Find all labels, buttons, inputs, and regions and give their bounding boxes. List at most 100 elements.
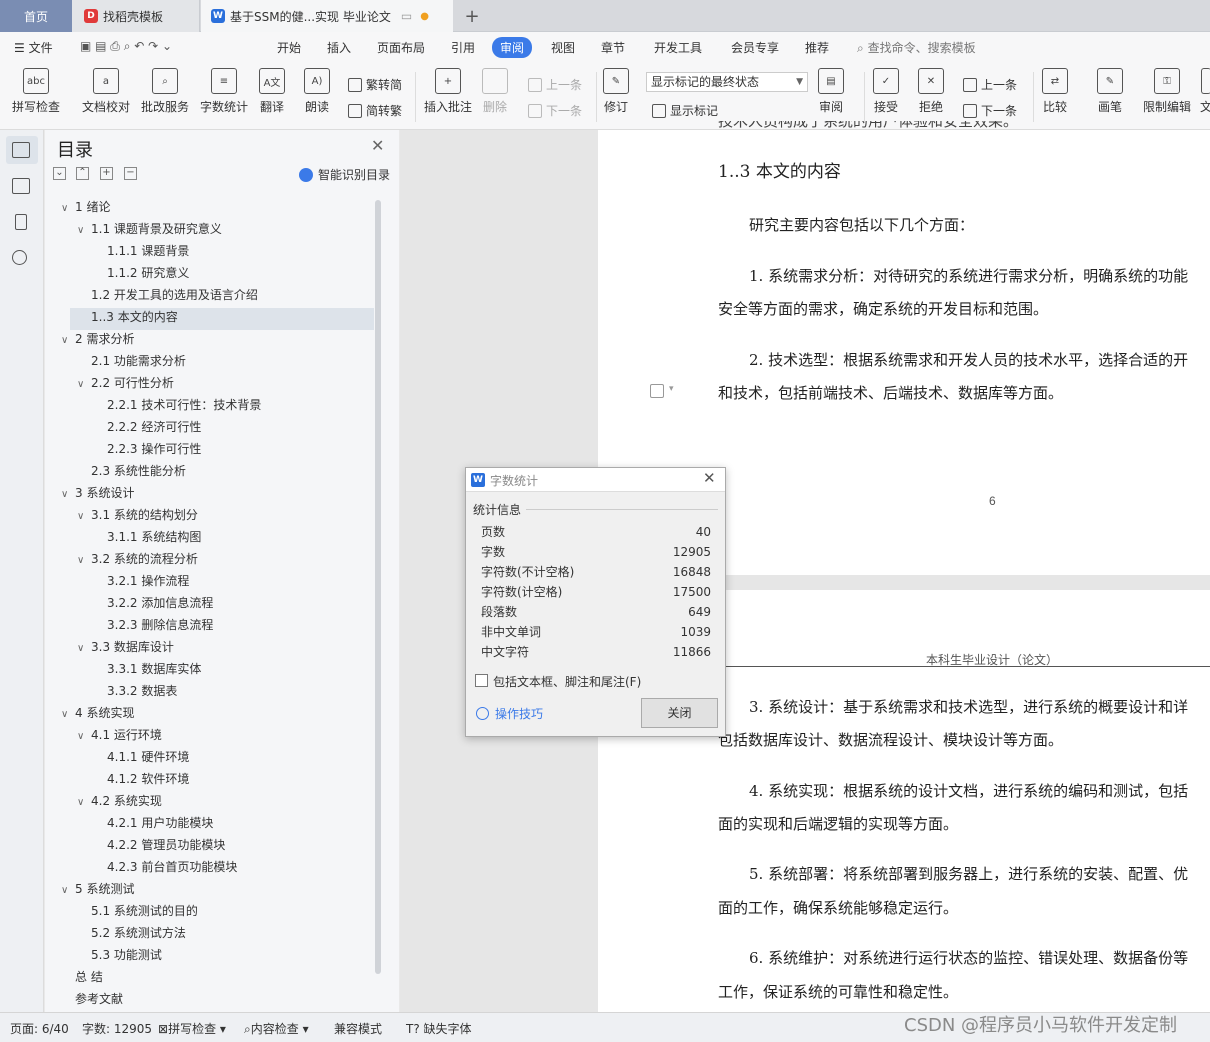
toc-item[interactable]: 4.2.3 前台首页功能模块 bbox=[93, 856, 237, 878]
close-button[interactable]: 关闭 bbox=[641, 698, 718, 728]
word-count-indicator[interactable]: 字数: 12905 bbox=[82, 1020, 152, 1037]
new-tab-button[interactable]: + bbox=[460, 0, 484, 32]
translate-button[interactable]: A文 翻译 bbox=[259, 68, 285, 115]
word-count-button[interactable]: ≡ 字数统计 bbox=[200, 68, 248, 115]
chevron-down-icon[interactable]: ∨ bbox=[61, 330, 75, 352]
chevron-down-icon[interactable]: ∨ bbox=[61, 484, 75, 506]
chevron-down-icon[interactable]: ∨ bbox=[61, 198, 75, 220]
menu-page-layout[interactable]: 页面布局 bbox=[377, 39, 425, 56]
insert-comment-button[interactable]: + 插入批注 bbox=[424, 68, 472, 115]
toc-item[interactable]: 4.2.2 管理员功能模块 bbox=[93, 834, 225, 856]
menu-member[interactable]: 会员专享 bbox=[731, 39, 779, 56]
spellcheck-status[interactable]: ⊠拼写检查 ▾ bbox=[158, 1020, 226, 1037]
toc-item[interactable]: ∨ 1.1 课题背景及研究意义 bbox=[77, 218, 222, 240]
chevron-down-icon[interactable]: ∨ bbox=[77, 374, 91, 396]
tips-link[interactable]: 操作技巧 bbox=[476, 705, 543, 722]
menu-review[interactable]: 审阅 bbox=[492, 37, 533, 58]
chevron-down-icon[interactable]: ∨ bbox=[61, 880, 75, 902]
toc-scrollbar[interactable] bbox=[375, 200, 381, 974]
toc-item[interactable]: 4.1.2 软件环境 bbox=[93, 768, 189, 790]
chevron-down-icon[interactable]: ∨ bbox=[61, 704, 75, 726]
review-pane-button[interactable]: ▤ 审阅 bbox=[818, 68, 844, 115]
toc-item[interactable]: ∨ 4.2 系统实现 bbox=[77, 790, 162, 812]
toc-item[interactable]: 4.2.1 用户功能模块 bbox=[93, 812, 213, 834]
add-heading-icon[interactable]: + bbox=[100, 167, 113, 180]
compare-button[interactable]: ⇄ 比较 bbox=[1042, 68, 1068, 115]
toc-item[interactable]: 1.1.2 研究意义 bbox=[93, 262, 189, 284]
menu-recommend[interactable]: 推荐 bbox=[805, 39, 829, 56]
file-menu[interactable]: ☰ 文件 bbox=[14, 39, 53, 56]
restrict-edit-button[interactable]: ⚿ 限制编辑 bbox=[1143, 68, 1191, 115]
close-icon[interactable]: ✕ bbox=[371, 136, 384, 155]
reject-button[interactable]: ✕ 拒绝 bbox=[918, 68, 944, 115]
read-aloud-button[interactable]: A) 朗读 bbox=[304, 68, 330, 115]
toc-item[interactable]: 3.2.1 操作流程 bbox=[93, 570, 189, 592]
close-icon[interactable]: ✕ bbox=[703, 469, 716, 487]
track-changes-button[interactable]: ✎ 修订 bbox=[603, 68, 629, 115]
tab-template[interactable]: D 找稻壳模板 bbox=[72, 0, 200, 32]
toc-item[interactable]: 2.1 功能需求分析 bbox=[77, 350, 186, 372]
toc-item[interactable]: 3.3.2 数据表 bbox=[93, 680, 177, 702]
comment-marker-icon[interactable] bbox=[650, 384, 664, 398]
toc-item[interactable]: 3.3.1 数据库实体 bbox=[93, 658, 201, 680]
toc-item[interactable]: ∨ 3.1 系统的结构划分 bbox=[77, 504, 198, 526]
toc-item[interactable]: 1..3 本文的内容 bbox=[77, 306, 178, 328]
toc-item[interactable]: 1.2 开发工具的选用及语言介绍 bbox=[77, 284, 258, 306]
chevron-down-icon[interactable]: ∨ bbox=[77, 726, 91, 748]
toc-item[interactable]: 3.1.1 系统结构图 bbox=[93, 526, 201, 548]
toc-item[interactable]: ∨ 3.2 系统的流程分析 bbox=[77, 548, 198, 570]
menu-dev-tools[interactable]: 开发工具 bbox=[654, 39, 702, 56]
toc-item[interactable]: 5.3 功能测试 bbox=[77, 944, 162, 966]
pen-button[interactable]: ✎ 画笔 bbox=[1097, 68, 1123, 115]
delete-comment-button[interactable]: 删除 bbox=[482, 68, 508, 115]
remove-heading-icon[interactable]: − bbox=[124, 167, 137, 180]
trad-to-simp-button[interactable]: 繁转简 bbox=[348, 76, 402, 93]
dialog-titlebar[interactable]: W 字数统计 ✕ bbox=[466, 468, 725, 492]
menu-chapter[interactable]: 章节 bbox=[601, 39, 625, 56]
accept-button[interactable]: ✓ 接受 bbox=[873, 68, 899, 115]
toc-item[interactable]: ∨ 3.3 数据库设计 bbox=[77, 636, 174, 658]
toc-item[interactable]: ∨ 3 系统设计 bbox=[61, 482, 134, 504]
chevron-down-icon[interactable]: ∨ bbox=[77, 638, 91, 660]
quick-access-icons[interactable]: ▣ ▤ ⎙ ⌕ ↶ ↷ ⌄ bbox=[80, 39, 172, 54]
spellcheck-button[interactable]: abc 拼写检查 bbox=[12, 68, 60, 115]
simp-to-trad-button[interactable]: 简转繁 bbox=[348, 102, 402, 119]
toc-item[interactable]: 2.2.1 技术可行性：技术背景 bbox=[93, 394, 261, 416]
command-search[interactable]: ⌕ 查找命令、搜索模板 bbox=[857, 39, 976, 56]
include-textbox-label[interactable]: 包括文本框、脚注和尾注(F) bbox=[493, 673, 641, 690]
toc-item[interactable]: 3.2.2 添加信息流程 bbox=[93, 592, 213, 614]
monitor-icon[interactable]: ▭ bbox=[401, 9, 412, 23]
show-markup-button[interactable]: 显示标记 bbox=[652, 102, 718, 119]
chevron-down-icon[interactable]: ∨ bbox=[77, 220, 91, 242]
toc-item[interactable]: 4.1.1 硬件环境 bbox=[93, 746, 189, 768]
tab-home[interactable]: 首页 bbox=[0, 0, 72, 32]
tab-document[interactable]: W 基于SSM的健...实现 毕业论文 ▭ ● bbox=[201, 0, 453, 32]
toc-item[interactable]: 2.2.2 经济可行性 bbox=[93, 416, 201, 438]
toc-item[interactable]: 2.3 系统性能分析 bbox=[77, 460, 186, 482]
bookmark-icon[interactable] bbox=[15, 214, 27, 230]
toc-item[interactable]: ∨ 5 系统测试 bbox=[61, 878, 134, 900]
expand-all-icon[interactable]: ⌃ bbox=[76, 167, 89, 180]
collapse-all-icon[interactable]: ⌄ bbox=[53, 167, 66, 180]
menu-insert[interactable]: 插入 bbox=[327, 39, 351, 56]
markup-mode-select[interactable]: 显示标记的最终状态 ▼ bbox=[646, 72, 808, 92]
toc-item[interactable]: 5.2 系统测试方法 bbox=[77, 922, 186, 944]
page-indicator[interactable]: 页面: 6/40 bbox=[10, 1020, 69, 1037]
next-comment-button[interactable]: 下一条 bbox=[528, 102, 582, 119]
chapter-nav-icon[interactable] bbox=[12, 178, 30, 194]
toc-item[interactable]: ∨ 1 绪论 bbox=[61, 196, 110, 218]
toc-item[interactable]: ∨ 2 需求分析 bbox=[61, 328, 134, 350]
doc-proof-button[interactable]: a 文档校对 bbox=[82, 68, 130, 115]
smart-toc-button[interactable]: 智能识别目录 bbox=[299, 166, 390, 183]
search-icon[interactable] bbox=[12, 250, 27, 265]
prev-change-button[interactable]: 上一条 bbox=[963, 76, 1017, 93]
include-textbox-checkbox[interactable] bbox=[475, 674, 488, 687]
content-check-status[interactable]: ⌕内容检查 ▾ bbox=[244, 1020, 309, 1037]
toc-item[interactable]: 3.2.3 删除信息流程 bbox=[93, 614, 213, 636]
menu-reference[interactable]: 引用 bbox=[451, 39, 475, 56]
menu-view[interactable]: 视图 bbox=[551, 39, 575, 56]
toc-item[interactable]: 5.1 系统测试的目的 bbox=[77, 900, 198, 922]
toc-nav-icon[interactable] bbox=[12, 142, 30, 158]
ribbon-more-button[interactable]: 文 bbox=[1200, 68, 1210, 115]
toc-item[interactable]: 参考文献 bbox=[61, 988, 123, 1010]
